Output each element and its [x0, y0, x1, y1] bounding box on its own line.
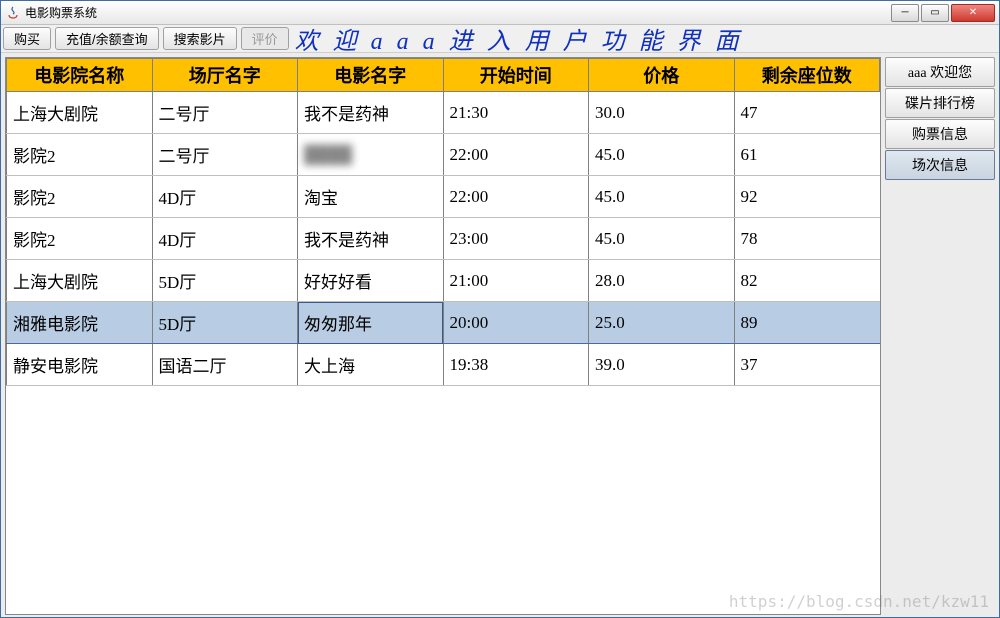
app-window: 电影购票系统 ─ ▭ ✕ 购买 充值/余额查询 搜索影片 评价 欢迎aaa进入用… [0, 0, 1000, 618]
review-button: 评价 [241, 27, 289, 50]
cell-hall[interactable]: 二号厅 [152, 92, 298, 134]
buy-button[interactable]: 购买 [3, 27, 51, 50]
cell-movie[interactable]: 我不是药神 [298, 218, 444, 260]
cell-start[interactable]: 22:00 [443, 134, 589, 176]
cell-hall[interactable]: 4D厅 [152, 218, 298, 260]
window-controls: ─ ▭ ✕ [891, 4, 995, 22]
cell-start[interactable]: 19:38 [443, 344, 589, 386]
cell-hall[interactable]: 二号厅 [152, 134, 298, 176]
cell-start[interactable]: 21:30 [443, 92, 589, 134]
cell-start[interactable]: 22:00 [443, 176, 589, 218]
table-row[interactable]: 上海大剧院5D厅好好好看21:0028.082 [7, 260, 880, 302]
cell-cinema[interactable]: 上海大剧院 [7, 260, 153, 302]
cell-movie[interactable]: 我不是药神 [298, 92, 444, 134]
table-row[interactable]: 静安电影院国语二厅大上海19:3839.037 [7, 344, 880, 386]
cell-movie[interactable]: 好好好看 [298, 260, 444, 302]
sidebar-tab[interactable]: 购票信息 [885, 119, 995, 149]
table-row[interactable]: 湘雅电影院5D厅匆匆那年20:0025.089 [7, 302, 880, 344]
column-header[interactable]: 开始时间 [443, 59, 589, 92]
cell-hall[interactable]: 国语二厅 [152, 344, 298, 386]
recharge-button[interactable]: 充值/余额查询 [55, 27, 159, 50]
toolbar: 购买 充值/余额查询 搜索影片 评价 欢迎aaa进入用户功能界面 [1, 25, 999, 53]
cell-cinema[interactable]: 影院2 [7, 218, 153, 260]
window-title: 电影购票系统 [25, 4, 891, 21]
column-header[interactable]: 场厅名字 [152, 59, 298, 92]
cell-movie[interactable]: 匆匆那年 [298, 302, 444, 344]
maximize-button[interactable]: ▭ [921, 4, 949, 22]
cell-seats[interactable]: 89 [734, 302, 880, 344]
watermark: https://blog.csdn.net/kzw11 [729, 592, 989, 611]
java-icon [5, 5, 21, 21]
sidebar-tab[interactable]: 场次信息 [885, 150, 995, 180]
cell-hall[interactable]: 5D厅 [152, 260, 298, 302]
cell-seats[interactable]: 82 [734, 260, 880, 302]
close-button[interactable]: ✕ [951, 4, 995, 22]
cell-hall[interactable]: 5D厅 [152, 302, 298, 344]
table-body: 上海大剧院二号厅我不是药神21:3030.047影院2二号厅████22:004… [7, 92, 880, 386]
cell-seats[interactable]: 37 [734, 344, 880, 386]
cell-movie[interactable]: 大上海 [298, 344, 444, 386]
cell-cinema[interactable]: 影院2 [7, 134, 153, 176]
cell-cinema[interactable]: 静安电影院 [7, 344, 153, 386]
cell-seats[interactable]: 92 [734, 176, 880, 218]
cell-seats[interactable]: 61 [734, 134, 880, 176]
cell-cinema[interactable]: 湘雅电影院 [7, 302, 153, 344]
table-header-row: 电影院名称场厅名字电影名字开始时间价格剩余座位数 [7, 59, 880, 92]
sidebar-tab[interactable]: 碟片排行榜 [885, 88, 995, 118]
cell-seats[interactable]: 78 [734, 218, 880, 260]
cell-movie[interactable]: 淘宝 [298, 176, 444, 218]
table-row[interactable]: 影院24D厅淘宝22:0045.092 [7, 176, 880, 218]
column-header[interactable]: 价格 [589, 59, 735, 92]
main-area: 电影院名称场厅名字电影名字开始时间价格剩余座位数 上海大剧院二号厅我不是药神21… [1, 53, 999, 615]
cell-cinema[interactable]: 上海大剧院 [7, 92, 153, 134]
cell-movie[interactable]: ████ [298, 134, 444, 176]
cell-price[interactable]: 30.0 [589, 92, 735, 134]
schedule-table[interactable]: 电影院名称场厅名字电影名字开始时间价格剩余座位数 上海大剧院二号厅我不是药神21… [6, 58, 880, 386]
cell-price[interactable]: 39.0 [589, 344, 735, 386]
cell-cinema[interactable]: 影院2 [7, 176, 153, 218]
sidebar-tab[interactable]: aaa 欢迎您 [885, 57, 995, 87]
cell-hall[interactable]: 4D厅 [152, 176, 298, 218]
schedule-table-panel: 电影院名称场厅名字电影名字开始时间价格剩余座位数 上海大剧院二号厅我不是药神21… [5, 57, 881, 615]
column-header[interactable]: 电影院名称 [7, 59, 153, 92]
table-row[interactable]: 上海大剧院二号厅我不是药神21:3030.047 [7, 92, 880, 134]
cell-price[interactable]: 25.0 [589, 302, 735, 344]
column-header[interactable]: 剩余座位数 [734, 59, 880, 92]
cell-price[interactable]: 45.0 [589, 134, 735, 176]
titlebar: 电影购票系统 ─ ▭ ✕ [1, 1, 999, 25]
sidebar: aaa 欢迎您碟片排行榜购票信息场次信息 [885, 57, 999, 615]
cell-price[interactable]: 45.0 [589, 176, 735, 218]
search-button[interactable]: 搜索影片 [163, 27, 237, 50]
column-header[interactable]: 电影名字 [298, 59, 444, 92]
cell-price[interactable]: 28.0 [589, 260, 735, 302]
table-row[interactable]: 影院24D厅我不是药神23:0045.078 [7, 218, 880, 260]
cell-start[interactable]: 21:00 [443, 260, 589, 302]
cell-price[interactable]: 45.0 [589, 218, 735, 260]
cell-seats[interactable]: 47 [734, 92, 880, 134]
cell-start[interactable]: 20:00 [443, 302, 589, 344]
cell-start[interactable]: 23:00 [443, 218, 589, 260]
table-row[interactable]: 影院2二号厅████22:0045.061 [7, 134, 880, 176]
welcome-banner: 欢迎aaa进入用户功能界面 [291, 25, 999, 52]
minimize-button[interactable]: ─ [891, 4, 919, 22]
